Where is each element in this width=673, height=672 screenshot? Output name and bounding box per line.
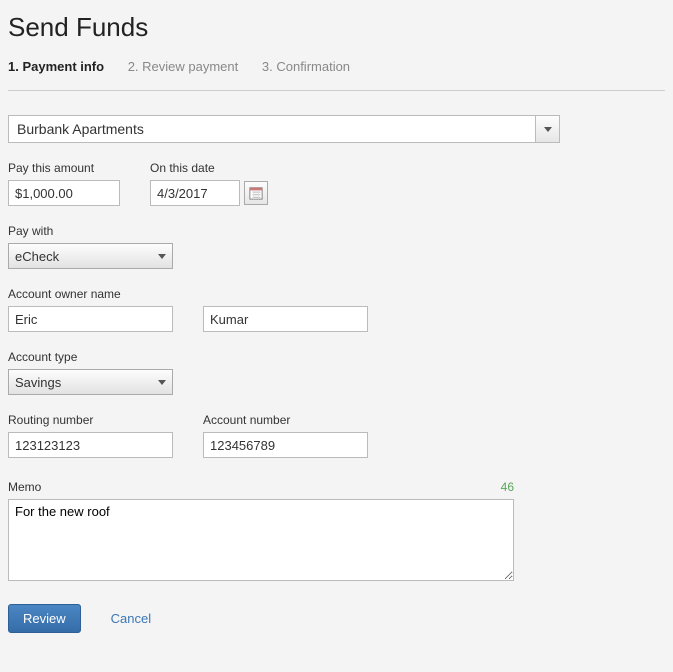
date-input[interactable]: [150, 180, 240, 206]
divider: [8, 90, 665, 91]
amount-label: Pay this amount: [8, 161, 120, 175]
date-picker-button[interactable]: [244, 181, 268, 205]
accounttype-value: Savings: [15, 375, 158, 390]
amount-input[interactable]: [8, 180, 120, 206]
page-title: Send Funds: [8, 12, 665, 43]
routing-label: Routing number: [8, 413, 173, 427]
chevron-down-icon: [158, 380, 166, 385]
account-label: Account number: [203, 413, 368, 427]
chevron-down-icon: [158, 254, 166, 259]
paywith-select[interactable]: eCheck: [8, 243, 173, 269]
step-review-payment: 2. Review payment: [128, 59, 239, 74]
memo-textarea[interactable]: [8, 499, 514, 581]
date-label: On this date: [150, 161, 268, 175]
paywith-label: Pay with: [8, 224, 173, 238]
recipient-select[interactable]: Burbank Apartments: [8, 115, 560, 143]
owner-last-input[interactable]: [203, 306, 368, 332]
chevron-down-icon: [544, 127, 552, 132]
recipient-dropdown-button[interactable]: [535, 116, 559, 142]
owner-first-input[interactable]: [8, 306, 173, 332]
calendar-icon: [249, 186, 263, 200]
recipient-value: Burbank Apartments: [9, 121, 535, 137]
memo-label: Memo: [8, 480, 514, 494]
step-payment-info: 1. Payment info: [8, 59, 104, 74]
wizard-steps: 1. Payment info 2. Review payment 3. Con…: [8, 59, 665, 74]
review-button[interactable]: Review: [8, 604, 81, 633]
routing-input[interactable]: [8, 432, 173, 458]
owner-label: Account owner name: [8, 287, 665, 301]
accounttype-label: Account type: [8, 350, 173, 364]
step-confirmation: 3. Confirmation: [262, 59, 350, 74]
account-input[interactable]: [203, 432, 368, 458]
cancel-link[interactable]: Cancel: [111, 611, 151, 626]
memo-char-remaining: 46: [501, 480, 514, 494]
accounttype-select[interactable]: Savings: [8, 369, 173, 395]
paywith-value: eCheck: [15, 249, 158, 264]
